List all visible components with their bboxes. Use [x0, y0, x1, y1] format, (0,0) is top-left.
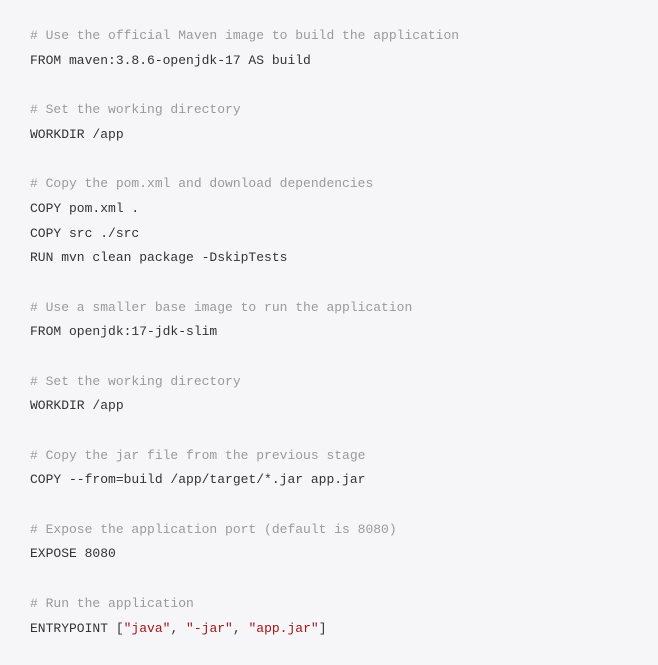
code-line: WORKDIR /app: [30, 123, 628, 148]
comment-text: # Use the official Maven image to build …: [30, 28, 459, 43]
dockerfile-code-block: # Use the official Maven image to build …: [30, 24, 628, 641]
code-text: WORKDIR /app: [30, 127, 124, 142]
string-literal: "-jar": [186, 621, 233, 636]
code-line: # Copy the pom.xml and download dependen…: [30, 172, 628, 197]
code-line: [30, 567, 628, 592]
comment-text: # Set the working directory: [30, 102, 241, 117]
code-text: COPY pom.xml .: [30, 201, 139, 216]
code-text: COPY src ./src: [30, 226, 139, 241]
code-line: [30, 147, 628, 172]
code-line: [30, 73, 628, 98]
comment-text: # Expose the application port (default i…: [30, 522, 397, 537]
code-line: # Use a smaller base image to run the ap…: [30, 296, 628, 321]
code-text: WORKDIR /app: [30, 398, 124, 413]
code-line: [30, 493, 628, 518]
code-line: COPY --from=build /app/target/*.jar app.…: [30, 468, 628, 493]
code-text: ]: [319, 621, 327, 636]
string-literal: "app.jar": [248, 621, 318, 636]
code-line: # Set the working directory: [30, 98, 628, 123]
comment-text: # Set the working directory: [30, 374, 241, 389]
comment-text: # Copy the pom.xml and download dependen…: [30, 176, 373, 191]
code-text: ,: [233, 621, 249, 636]
code-line: # Expose the application port (default i…: [30, 518, 628, 543]
code-line: FROM openjdk:17-jdk-slim: [30, 320, 628, 345]
code-line: COPY src ./src: [30, 222, 628, 247]
code-line: [30, 345, 628, 370]
code-line: # Run the application: [30, 592, 628, 617]
code-line: # Set the working directory: [30, 370, 628, 395]
code-line: ENTRYPOINT ["java", "-jar", "app.jar"]: [30, 617, 628, 642]
code-line: WORKDIR /app: [30, 394, 628, 419]
code-text: FROM maven:3.8.6-openjdk-17 AS build: [30, 53, 311, 68]
code-line: EXPOSE 8080: [30, 542, 628, 567]
code-line: # Copy the jar file from the previous st…: [30, 444, 628, 469]
code-line: COPY pom.xml .: [30, 197, 628, 222]
code-line: # Use the official Maven image to build …: [30, 24, 628, 49]
code-text: FROM openjdk:17-jdk-slim: [30, 324, 217, 339]
code-text: RUN mvn clean package -DskipTests: [30, 250, 287, 265]
code-line: [30, 271, 628, 296]
comment-text: # Copy the jar file from the previous st…: [30, 448, 365, 463]
comment-text: # Use a smaller base image to run the ap…: [30, 300, 412, 315]
code-line: FROM maven:3.8.6-openjdk-17 AS build: [30, 49, 628, 74]
code-line: [30, 419, 628, 444]
code-text: ,: [170, 621, 186, 636]
comment-text: # Run the application: [30, 596, 194, 611]
code-text: ENTRYPOINT [: [30, 621, 124, 636]
code-text: EXPOSE 8080: [30, 546, 116, 561]
string-literal: "java": [124, 621, 171, 636]
code-text: COPY --from=build /app/target/*.jar app.…: [30, 472, 365, 487]
code-line: RUN mvn clean package -DskipTests: [30, 246, 628, 271]
